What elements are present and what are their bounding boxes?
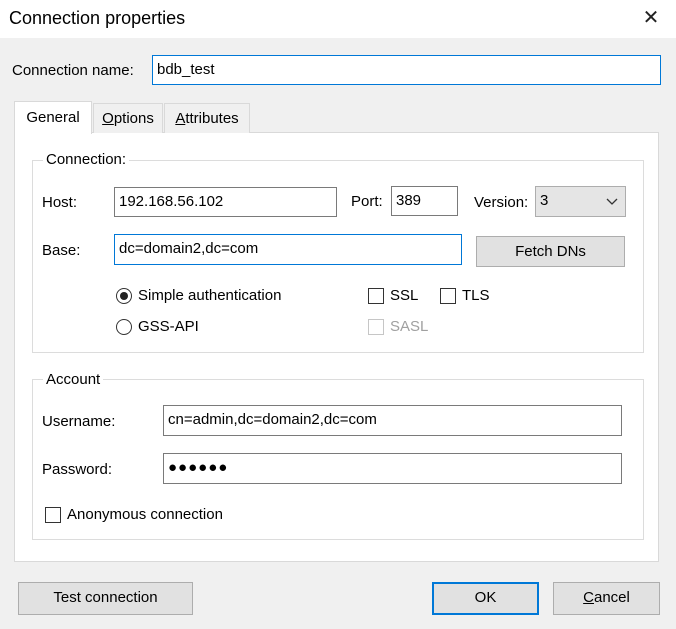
tab-options-accel: O [102, 110, 114, 127]
anonymous-connection-label: Anonymous connection [67, 506, 223, 523]
tls-checkbox[interactable] [440, 288, 456, 304]
connection-name-input[interactable]: bdb_test [152, 55, 661, 85]
test-connection-button[interactable]: Test connection [18, 582, 193, 615]
ssl-label: SSL [390, 287, 419, 304]
close-icon[interactable]: ✕ [640, 6, 662, 30]
fetch-dns-button[interactable]: Fetch DNs [476, 236, 625, 267]
username-label: Username: [42, 413, 116, 430]
password-input[interactable]: ●●●●●● [163, 453, 622, 484]
sasl-checkbox[interactable] [368, 319, 384, 335]
tab-options-label: ptions [113, 110, 154, 127]
ok-button[interactable]: OK [432, 582, 539, 615]
tab-attributes-label: ttributes [185, 110, 239, 127]
version-label: Version: [474, 194, 529, 211]
tab-general-label: General [26, 109, 80, 126]
username-input[interactable]: cn=admin,dc=domain2,dc=com [163, 405, 622, 436]
tab-attributes[interactable]: Attributes [164, 103, 250, 133]
tls-label: TLS [462, 287, 490, 304]
chevron-down-icon [606, 198, 618, 205]
base-input[interactable]: dc=domain2,dc=com [114, 234, 462, 265]
host-input[interactable]: 192.168.56.102 [114, 187, 337, 217]
tab-options[interactable]: Options [93, 103, 163, 133]
gss-api-radio[interactable] [116, 319, 132, 335]
cancel-accel: C [583, 589, 594, 606]
base-label: Base: [42, 242, 81, 259]
port-input[interactable]: 389 [391, 186, 458, 216]
version-select[interactable]: 3 [535, 186, 626, 217]
tab-attributes-accel: A [175, 110, 186, 127]
ssl-checkbox[interactable] [368, 288, 384, 304]
cancel-label: ancel [593, 589, 630, 606]
host-label: Host: [42, 194, 78, 211]
connection-name-label: Connection name: [12, 62, 134, 79]
cancel-button[interactable]: Cancel [553, 582, 660, 615]
sasl-label: SASL [390, 318, 429, 335]
gss-api-label: GSS-API [138, 318, 199, 335]
version-value: 3 [540, 192, 549, 209]
title-bar: Connection properties ✕ [0, 0, 676, 38]
port-label: Port: [351, 193, 383, 210]
window-title: Connection properties [9, 8, 186, 28]
account-group-title: Account [43, 371, 104, 388]
connection-group-title: Connection: [43, 151, 130, 168]
simple-auth-label: Simple authentication [138, 287, 282, 304]
radio-selected-dot [120, 292, 128, 300]
anonymous-connection-checkbox[interactable] [45, 507, 61, 523]
tab-general[interactable]: General [14, 101, 92, 134]
password-label: Password: [42, 461, 113, 478]
simple-auth-radio[interactable] [116, 288, 132, 304]
